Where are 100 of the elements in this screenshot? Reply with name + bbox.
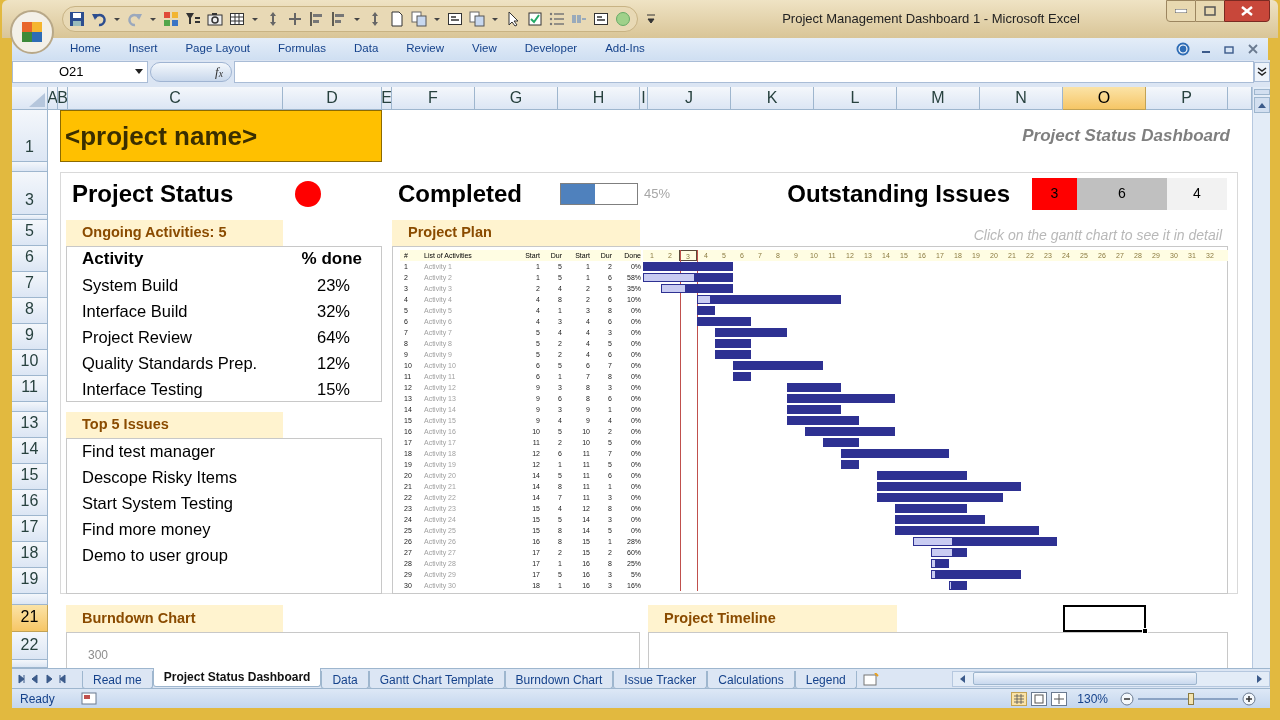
- column-header[interactable]: D: [283, 87, 382, 110]
- column-header[interactable]: G: [475, 87, 558, 110]
- ribbon-tab[interactable]: Home: [56, 40, 115, 58]
- table-icon[interactable]: [229, 11, 245, 27]
- row-header[interactable]: 7: [12, 272, 48, 298]
- zoom-out-icon[interactable]: [1120, 691, 1134, 706]
- row-header[interactable]: 9: [12, 324, 48, 350]
- gantt-bar[interactable]: [643, 273, 733, 282]
- list-icon[interactable]: [549, 11, 565, 27]
- color-squares-icon[interactable]: [163, 11, 179, 27]
- sheet-tab[interactable]: Burndown Chart: [504, 670, 614, 689]
- ribbon-tab[interactable]: Data: [340, 40, 393, 58]
- cursor-icon[interactable]: [505, 11, 521, 27]
- row-header[interactable]: 6: [12, 246, 48, 272]
- column-header[interactable]: H: [558, 87, 640, 110]
- zoom-slider-thumb[interactable]: [1188, 692, 1194, 705]
- gantt-bar[interactable]: [913, 537, 1057, 546]
- expand-button[interactable]: [1254, 62, 1270, 82]
- zoom-in-icon[interactable]: [1242, 691, 1256, 706]
- undo-icon[interactable]: [91, 11, 107, 27]
- row-header[interactable]: 11: [12, 376, 48, 402]
- scroll-up-button[interactable]: [1253, 97, 1270, 113]
- sheet-tab[interactable]: Read me: [82, 670, 153, 689]
- row-header[interactable]: 14: [12, 438, 48, 464]
- fill-handle[interactable]: [1142, 628, 1148, 634]
- gantt-bar[interactable]: [931, 548, 967, 557]
- column-header[interactable]: A: [48, 87, 58, 110]
- zoom-level[interactable]: 130%: [1077, 689, 1108, 708]
- restore-button[interactable]: [1196, 0, 1224, 22]
- help-icon[interactable]: [1176, 42, 1190, 56]
- column-header[interactable]: K: [731, 87, 814, 110]
- gantt-bar[interactable]: [949, 581, 967, 590]
- sheet-tab[interactable]: Data: [321, 670, 369, 689]
- copy-icon[interactable]: [469, 11, 485, 27]
- sheet-tab[interactable]: Gantt Chart Template: [368, 670, 505, 689]
- page-break-icon[interactable]: [1051, 691, 1068, 706]
- page-layout-icon[interactable]: [1031, 691, 1048, 706]
- selected-cell[interactable]: [1063, 605, 1146, 632]
- row-header[interactable]: 13: [12, 412, 48, 438]
- row-header[interactable]: 5: [12, 220, 48, 246]
- textbox-icon[interactable]: [593, 11, 609, 27]
- row-header[interactable]: 18: [12, 542, 48, 568]
- insert-sheet-icon[interactable]: [862, 672, 879, 687]
- gantt-bar[interactable]: [697, 295, 841, 304]
- row-header[interactable]: 3: [12, 172, 48, 215]
- close-icon[interactable]: [1248, 44, 1258, 54]
- ribbon-tab[interactable]: Insert: [114, 40, 172, 58]
- align-icon[interactable]: [331, 11, 347, 27]
- row-header[interactable]: 16: [12, 490, 48, 516]
- caret-icon[interactable]: [646, 13, 656, 25]
- ribbon-tab[interactable]: Formulas: [264, 40, 340, 58]
- copy-icon[interactable]: [411, 11, 427, 27]
- split-handle[interactable]: [1253, 89, 1270, 95]
- sheet-tab[interactable]: Legend: [794, 670, 857, 689]
- sheet-tab[interactable]: Issue Tracker: [613, 670, 708, 689]
- normal-view-icon[interactable]: [1011, 691, 1028, 706]
- column-header[interactable]: C: [68, 87, 283, 110]
- gantt-bar[interactable]: [661, 284, 733, 293]
- close-button[interactable]: [1224, 0, 1270, 22]
- row-header[interactable]: 15: [12, 464, 48, 490]
- name-box[interactable]: O21: [12, 61, 148, 83]
- column-header[interactable]: O: [1063, 87, 1146, 110]
- row-header[interactable]: 1: [12, 110, 48, 162]
- gantt-bar[interactable]: [931, 559, 949, 568]
- row-header[interactable]: 22: [12, 632, 48, 660]
- row-header[interactable]: 21: [12, 605, 48, 632]
- save-icon[interactable]: [69, 11, 85, 27]
- column-header[interactable]: M: [897, 87, 980, 110]
- row-header[interactable]: 10: [12, 350, 48, 376]
- restore-icon[interactable]: [1224, 44, 1234, 54]
- column-header[interactable]: J: [648, 87, 731, 110]
- last-sheet-icon[interactable]: [58, 673, 68, 684]
- row-header[interactable]: 17: [12, 516, 48, 542]
- minimize-button[interactable]: [1166, 0, 1196, 22]
- filter-icon[interactable]: [185, 11, 201, 27]
- vertical-scrollbar[interactable]: [1252, 87, 1270, 668]
- column-header[interactable]: N: [980, 87, 1063, 110]
- row-header[interactable]: 8: [12, 298, 48, 324]
- ribbon-tab[interactable]: Page Layout: [171, 40, 265, 58]
- camera-icon[interactable]: [207, 11, 223, 27]
- column-header[interactable]: F: [392, 87, 475, 110]
- ribbon-tab[interactable]: View: [458, 40, 511, 58]
- ribbon-tab[interactable]: Developer: [510, 40, 592, 58]
- scroll-thumb[interactable]: [973, 672, 1197, 685]
- plus-icon[interactable]: [287, 11, 303, 27]
- column-header[interactable]: L: [814, 87, 897, 110]
- ribbon-tab[interactable]: Review: [392, 40, 458, 58]
- first-sheet-icon[interactable]: [16, 673, 26, 684]
- next-sheet-icon[interactable]: [44, 673, 54, 684]
- row-header[interactable]: 19: [12, 568, 48, 594]
- zoom-slider[interactable]: [1138, 691, 1238, 706]
- ribbon-tab[interactable]: Add-Ins: [591, 40, 659, 58]
- horizontal-scrollbar[interactable]: [952, 670, 1270, 687]
- previous-sheet-icon[interactable]: [30, 673, 40, 684]
- sheet-tab[interactable]: Calculations: [707, 670, 795, 689]
- gantt-bar[interactable]: [931, 570, 1021, 579]
- insert-function-button[interactable]: f$_{x}$: [150, 62, 232, 82]
- checkbox-icon[interactable]: [527, 11, 543, 27]
- macro-record-icon[interactable]: [80, 692, 97, 705]
- column-header[interactable]: P: [1146, 87, 1228, 110]
